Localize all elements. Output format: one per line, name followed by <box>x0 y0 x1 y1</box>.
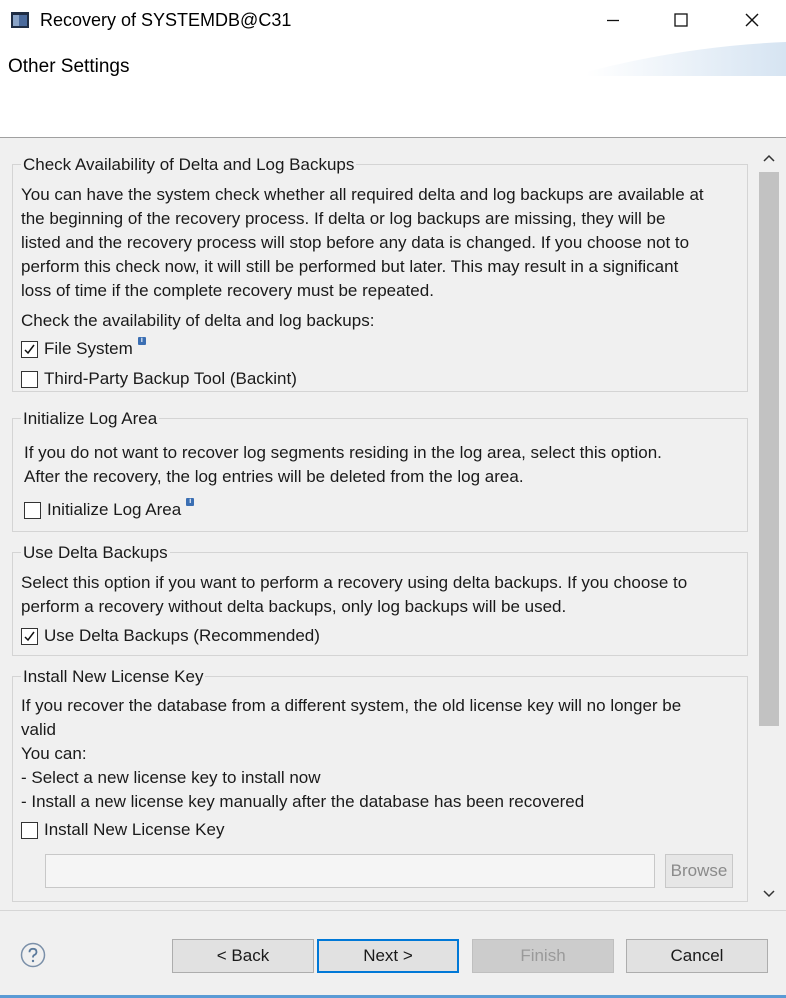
file-system-checkbox[interactable] <box>21 340 38 358</box>
title-bar: Recovery of SYSTEMDB@C31 <box>0 0 786 40</box>
minimize-button[interactable] <box>590 0 636 40</box>
check-availability-description: You can have the system check whether al… <box>21 183 741 303</box>
description-line: the beginning of the recovery process. I… <box>21 209 666 228</box>
description-line: valid <box>21 720 56 739</box>
description-line: - Select a new license key to install no… <box>21 768 321 787</box>
initialize-log-description: If you do not want to recover log segmen… <box>24 441 744 489</box>
license-key-option[interactable]: Install New License Key <box>21 819 224 841</box>
group-title: Initialize Log Area <box>21 409 160 429</box>
app-window-icon <box>11 12 29 28</box>
initialize-log-option[interactable]: Initialize Log Area i <box>24 498 195 521</box>
description-line: - Install a new license key manually aft… <box>21 792 585 811</box>
delta-backups-checkbox[interactable] <box>21 627 38 645</box>
description-line: You can: <box>21 744 87 763</box>
cancel-button[interactable]: Cancel <box>626 939 768 973</box>
check-availability-prompt: Check the availability of delta and log … <box>21 311 375 330</box>
backint-checkbox[interactable] <box>21 370 38 388</box>
next-button[interactable]: Next > <box>317 939 459 973</box>
info-icon[interactable]: i <box>137 337 146 345</box>
minimize-icon <box>607 19 619 22</box>
checkmark-icon <box>24 631 35 641</box>
scroll-down-button[interactable] <box>756 884 782 904</box>
wizard-footer: < Back Next > Finish Cancel <box>0 911 786 995</box>
page-title: Other Settings <box>8 56 130 77</box>
description-line: If you recover the database from a diffe… <box>21 696 682 715</box>
file-system-option[interactable]: File System i <box>21 337 146 360</box>
description-line: If you do not want to recover log segmen… <box>24 443 662 462</box>
group-title: Check Availability of Delta and Log Back… <box>21 155 357 175</box>
scroll-thumb[interactable] <box>759 172 779 726</box>
maximize-button[interactable] <box>658 0 704 40</box>
close-icon <box>745 13 759 27</box>
group-license-key: Install New License Key If you recover t… <box>12 667 748 902</box>
group-title: Install New License Key <box>21 667 206 687</box>
initialize-log-checkbox[interactable] <box>24 501 41 519</box>
license-key-checkbox[interactable] <box>21 821 38 839</box>
wizard-header: Other Settings <box>0 40 786 138</box>
back-button[interactable]: < Back <box>172 939 314 973</box>
file-system-label: File System <box>44 339 133 358</box>
license-key-path-input[interactable] <box>45 854 655 888</box>
group-title: Use Delta Backups <box>21 543 170 563</box>
group-initialize-log: Initialize Log Area If you do not want t… <box>12 409 748 532</box>
description-line: After the recovery, the log entries will… <box>24 467 524 486</box>
license-key-label: Install New License Key <box>44 820 225 839</box>
checkmark-icon <box>24 344 35 354</box>
browse-button[interactable]: Browse <box>665 854 733 888</box>
header-decoration <box>586 42 786 76</box>
description-line: loss of time if the complete recovery mu… <box>21 281 434 300</box>
description-line: perform this check now, it will still be… <box>21 257 679 276</box>
finish-button[interactable]: Finish <box>472 939 614 973</box>
license-key-description: If you recover the database from a diffe… <box>21 694 741 814</box>
delta-backups-option[interactable]: Use Delta Backups (Recommended) <box>21 625 320 647</box>
chevron-down-icon <box>763 890 775 898</box>
description-line: You can have the system check whether al… <box>21 185 704 204</box>
scroll-up-button[interactable] <box>756 148 782 168</box>
delta-backups-description: Select this option if you want to perfor… <box>21 571 741 619</box>
close-button[interactable] <box>729 0 775 40</box>
help-icon[interactable] <box>20 942 46 968</box>
maximize-icon <box>674 13 688 27</box>
delta-backups-label: Use Delta Backups (Recommended) <box>44 626 320 645</box>
group-check-availability: Check Availability of Delta and Log Back… <box>12 155 748 392</box>
group-delta-backups: Use Delta Backups Select this option if … <box>12 543 748 656</box>
window-title: Recovery of SYSTEMDB@C31 <box>40 10 292 30</box>
info-icon[interactable]: i <box>186 498 195 506</box>
settings-panel: Check Availability of Delta and Log Back… <box>0 138 786 910</box>
vertical-scrollbar[interactable] <box>756 138 782 910</box>
backint-label: Third-Party Backup Tool (Backint) <box>44 369 297 388</box>
chevron-up-icon <box>763 154 775 162</box>
initialize-log-label: Initialize Log Area <box>47 500 182 519</box>
description-line: perform a recovery without delta backups… <box>21 597 567 616</box>
description-line: Select this option if you want to perfor… <box>21 573 688 592</box>
description-line: listed and the recovery process will sto… <box>21 233 690 252</box>
backint-option[interactable]: Third-Party Backup Tool (Backint) <box>21 368 297 390</box>
